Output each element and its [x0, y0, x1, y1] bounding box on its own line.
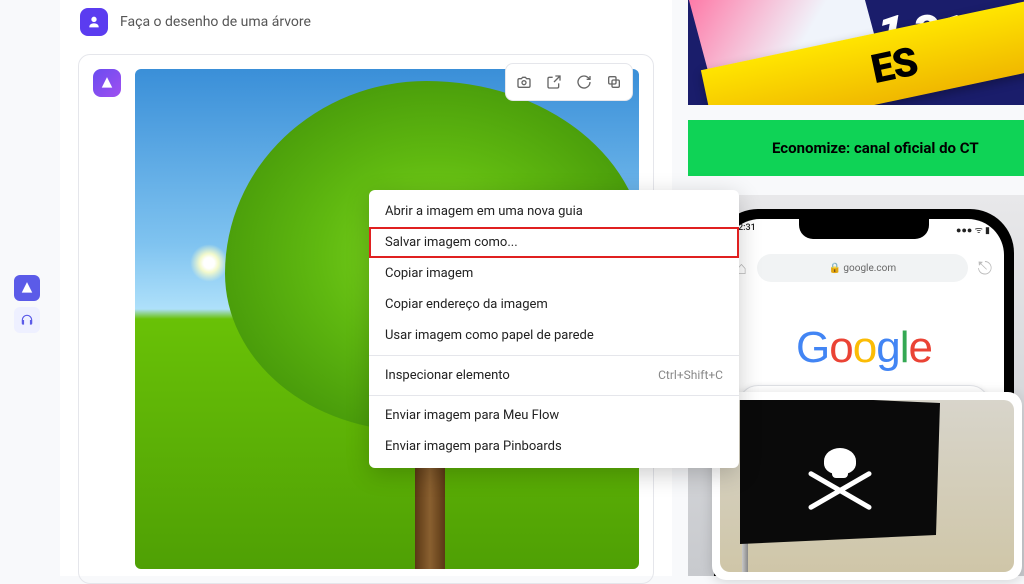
- open-external-icon[interactable]: [540, 68, 568, 96]
- menu-divider: [369, 355, 739, 356]
- phone-time: 2:31: [738, 223, 756, 236]
- menu-item-shortcut: Ctrl+Shift+C: [658, 368, 723, 383]
- browser-profile-icon: ⎋: [978, 258, 992, 279]
- sidebar-headphones-icon[interactable]: [14, 307, 40, 333]
- context-menu-item[interactable]: Enviar imagem para Pinboards: [369, 431, 739, 462]
- menu-divider: [369, 395, 739, 396]
- context-menu: Abrir a imagem em uma nova guia Salvar im…: [369, 190, 739, 468]
- ai-avatar-icon: [93, 69, 121, 97]
- context-menu-item[interactable]: Abrir a imagem em uma nova guia: [369, 196, 739, 227]
- menu-item-label: Abrir a imagem em uma nova guia: [385, 204, 583, 219]
- browser-url: 🔒 google.com: [757, 254, 968, 282]
- prompt-row: Faça o desenho de uma árvore: [60, 0, 672, 48]
- context-menu-item[interactable]: Copiar endereço da imagem: [369, 289, 739, 320]
- promo-card-pirate[interactable]: [712, 392, 1022, 580]
- phone-status-icons: ●●● ᯤ ▮: [956, 223, 990, 236]
- sidebar-app-icon[interactable]: [14, 275, 40, 301]
- copy-icon[interactable]: [600, 68, 628, 96]
- pirate-flag-graphic: [740, 400, 940, 544]
- google-logo: Google: [796, 323, 932, 373]
- camera-icon[interactable]: [510, 68, 538, 96]
- user-avatar-icon: [80, 8, 108, 36]
- promo-banner-economize[interactable]: Economize: canal oficial do CT: [688, 120, 1024, 176]
- menu-item-label: Copiar imagem: [385, 266, 473, 281]
- sun-graphic: [190, 244, 228, 282]
- menu-item-label: Salvar imagem como...: [385, 235, 518, 250]
- context-menu-item[interactable]: Salvar imagem como...: [369, 227, 739, 258]
- menu-item-label: Inspecionar elemento: [385, 368, 510, 383]
- menu-item-label: Enviar imagem para Pinboards: [385, 439, 562, 454]
- menu-item-label: Copiar endereço da imagem: [385, 297, 548, 312]
- promo-banner-1[interactable]: 1.311,83 ES: [688, 0, 1024, 105]
- menu-item-label: Usar imagem como papel de parede: [385, 328, 594, 343]
- context-menu-item[interactable]: Usar imagem como papel de parede: [369, 320, 739, 351]
- refresh-icon[interactable]: [570, 68, 598, 96]
- prompt-text: Faça o desenho de uma árvore: [120, 14, 311, 30]
- context-menu-item[interactable]: Enviar imagem para Meu Flow: [369, 400, 739, 431]
- context-menu-item[interactable]: Copiar imagem: [369, 258, 739, 289]
- menu-item-label: Enviar imagem para Meu Flow: [385, 408, 559, 423]
- context-menu-item[interactable]: Inspecionar elemento Ctrl+Shift+C: [369, 360, 739, 391]
- image-toolbar: [505, 63, 633, 101]
